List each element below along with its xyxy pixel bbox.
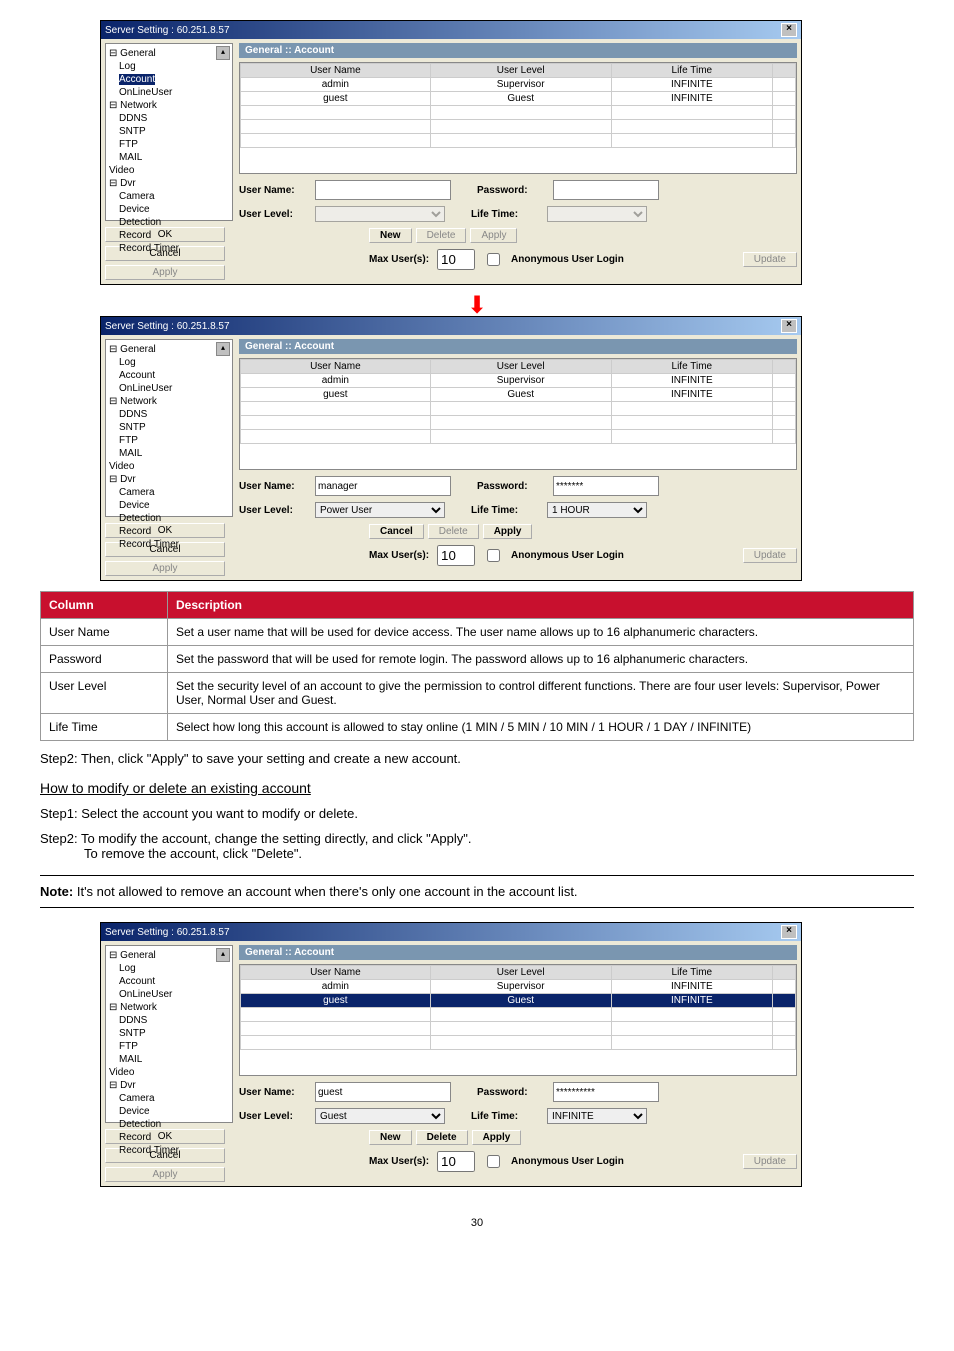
tree-root: ⊟ General Log Account OnLineUser ⊟ Netwo…: [109, 47, 229, 255]
close-icon[interactable]: ×: [781, 23, 797, 37]
apply-button[interactable]: Apply: [483, 524, 533, 539]
table-row: guestGuestINFINITE: [241, 92, 796, 106]
maxuser-input[interactable]: [437, 545, 475, 566]
username-input[interactable]: [315, 1082, 451, 1102]
maxuser-label: Max User(s):: [369, 254, 429, 265]
update-button: Update: [743, 548, 797, 563]
tree-network[interactable]: ⊟ Network DDNSSNTPFTPMAIL: [109, 99, 229, 164]
note-block: Note: It's not allowed to remove an acco…: [40, 875, 914, 908]
tree-general[interactable]: ⊟ General Log Account OnLineUser: [109, 47, 229, 99]
close-icon[interactable]: ×: [781, 925, 797, 939]
password-input[interactable]: [553, 1082, 659, 1102]
apply-button-side[interactable]: Apply: [105, 561, 225, 576]
scroll-up-icon[interactable]: ▴: [216, 342, 230, 356]
anon-label: Anonymous User Login: [511, 254, 624, 265]
password-input[interactable]: [553, 476, 659, 496]
tree-account[interactable]: Account: [119, 73, 229, 86]
nav-tree[interactable]: ▴ ⊟ GeneralLogAccountOnLineUser ⊟ Networ…: [105, 945, 233, 1123]
lifetime-label: Life Time:: [471, 209, 541, 220]
apply-button: Apply: [470, 228, 517, 243]
server-setting-dialog-2: Server Setting : 60.251.8.57× ▴ ⊟ Genera…: [100, 316, 802, 581]
note-text: It's not allowed to remove an account wh…: [77, 884, 578, 899]
password-label: Password:: [477, 185, 547, 196]
anon-checkbox[interactable]: [487, 253, 500, 266]
server-setting-dialog-3: Server Setting : 60.251.8.57× ▴ ⊟ Genera…: [100, 922, 802, 1187]
user-grid[interactable]: User NameUser LevelLife Time adminSuperv…: [239, 964, 797, 1076]
table-row: adminSupervisorINFINITE: [241, 78, 796, 92]
delete-button: Delete: [416, 228, 467, 243]
step-text: Step2: To modify the account, change the…: [40, 831, 914, 861]
maxuser-input[interactable]: [437, 249, 475, 270]
dialog-title: Server Setting : 60.251.8.57: [105, 25, 230, 36]
maxuser-input[interactable]: [437, 1151, 475, 1172]
userlevel-select[interactable]: Guest: [315, 1108, 445, 1124]
apply-button-side[interactable]: Apply: [105, 265, 225, 280]
cancel-button[interactable]: Cancel: [369, 524, 424, 539]
user-grid[interactable]: User NameUser LevelLife Time adminSuperv…: [239, 62, 797, 174]
new-button[interactable]: New: [369, 228, 412, 243]
subheading: How to modify or delete an existing acco…: [40, 780, 914, 796]
scroll-up-icon[interactable]: ▴: [216, 948, 230, 962]
step-text: Step1: Select the account you want to mo…: [40, 806, 914, 821]
delete-button[interactable]: Delete: [416, 1130, 468, 1145]
tree-log[interactable]: Log: [119, 60, 229, 73]
col-description: Description: [168, 592, 914, 619]
scroll-up-icon[interactable]: ▴: [216, 46, 230, 60]
update-button: Update: [743, 252, 797, 267]
pane-title: General :: Account: [239, 43, 797, 58]
nav-tree[interactable]: ▴ ⊟ GeneralLogAccountOnLineUser ⊟ Networ…: [105, 339, 233, 517]
col-column: Column: [41, 592, 168, 619]
password-input[interactable]: [553, 180, 659, 200]
step-text: Step2: Then, click "Apply" to save your …: [40, 751, 914, 766]
username-input[interactable]: [315, 180, 451, 200]
tree-dvr[interactable]: ⊟ Dvr CameraDeviceDetectionRecordRecord …: [109, 177, 229, 255]
description-table: ColumnDescription User NameSet a user na…: [40, 591, 914, 741]
userlevel-select[interactable]: Power User: [315, 502, 445, 518]
user-grid[interactable]: User NameUser LevelLife Time adminSuperv…: [239, 358, 797, 470]
lifetime-select[interactable]: [547, 206, 647, 222]
page-number: 30: [40, 1217, 914, 1229]
update-button: Update: [743, 1154, 797, 1169]
username-label: User Name:: [239, 185, 309, 196]
anon-checkbox[interactable]: [487, 1155, 500, 1168]
userlevel-label: User Level:: [239, 209, 309, 220]
note-label: Note:: [40, 884, 73, 899]
lifetime-select[interactable]: 1 HOUR: [547, 502, 647, 518]
tree-video[interactable]: Video: [109, 164, 229, 177]
tree-onlineuser[interactable]: OnLineUser: [119, 86, 229, 99]
delete-button: Delete: [428, 524, 479, 539]
new-button[interactable]: New: [369, 1130, 412, 1145]
apply-button-side[interactable]: Apply: [105, 1167, 225, 1182]
lifetime-select[interactable]: INFINITE: [547, 1108, 647, 1124]
anon-checkbox[interactable]: [487, 549, 500, 562]
apply-button[interactable]: Apply: [472, 1130, 522, 1145]
username-input[interactable]: [315, 476, 451, 496]
nav-tree[interactable]: ▴ ⊟ General Log Account OnLineUser ⊟ Net…: [105, 43, 233, 221]
close-icon[interactable]: ×: [781, 319, 797, 333]
userlevel-select[interactable]: [315, 206, 445, 222]
server-setting-dialog-1: Server Setting : 60.251.8.57 × ▴ ⊟ Genera…: [100, 20, 802, 285]
